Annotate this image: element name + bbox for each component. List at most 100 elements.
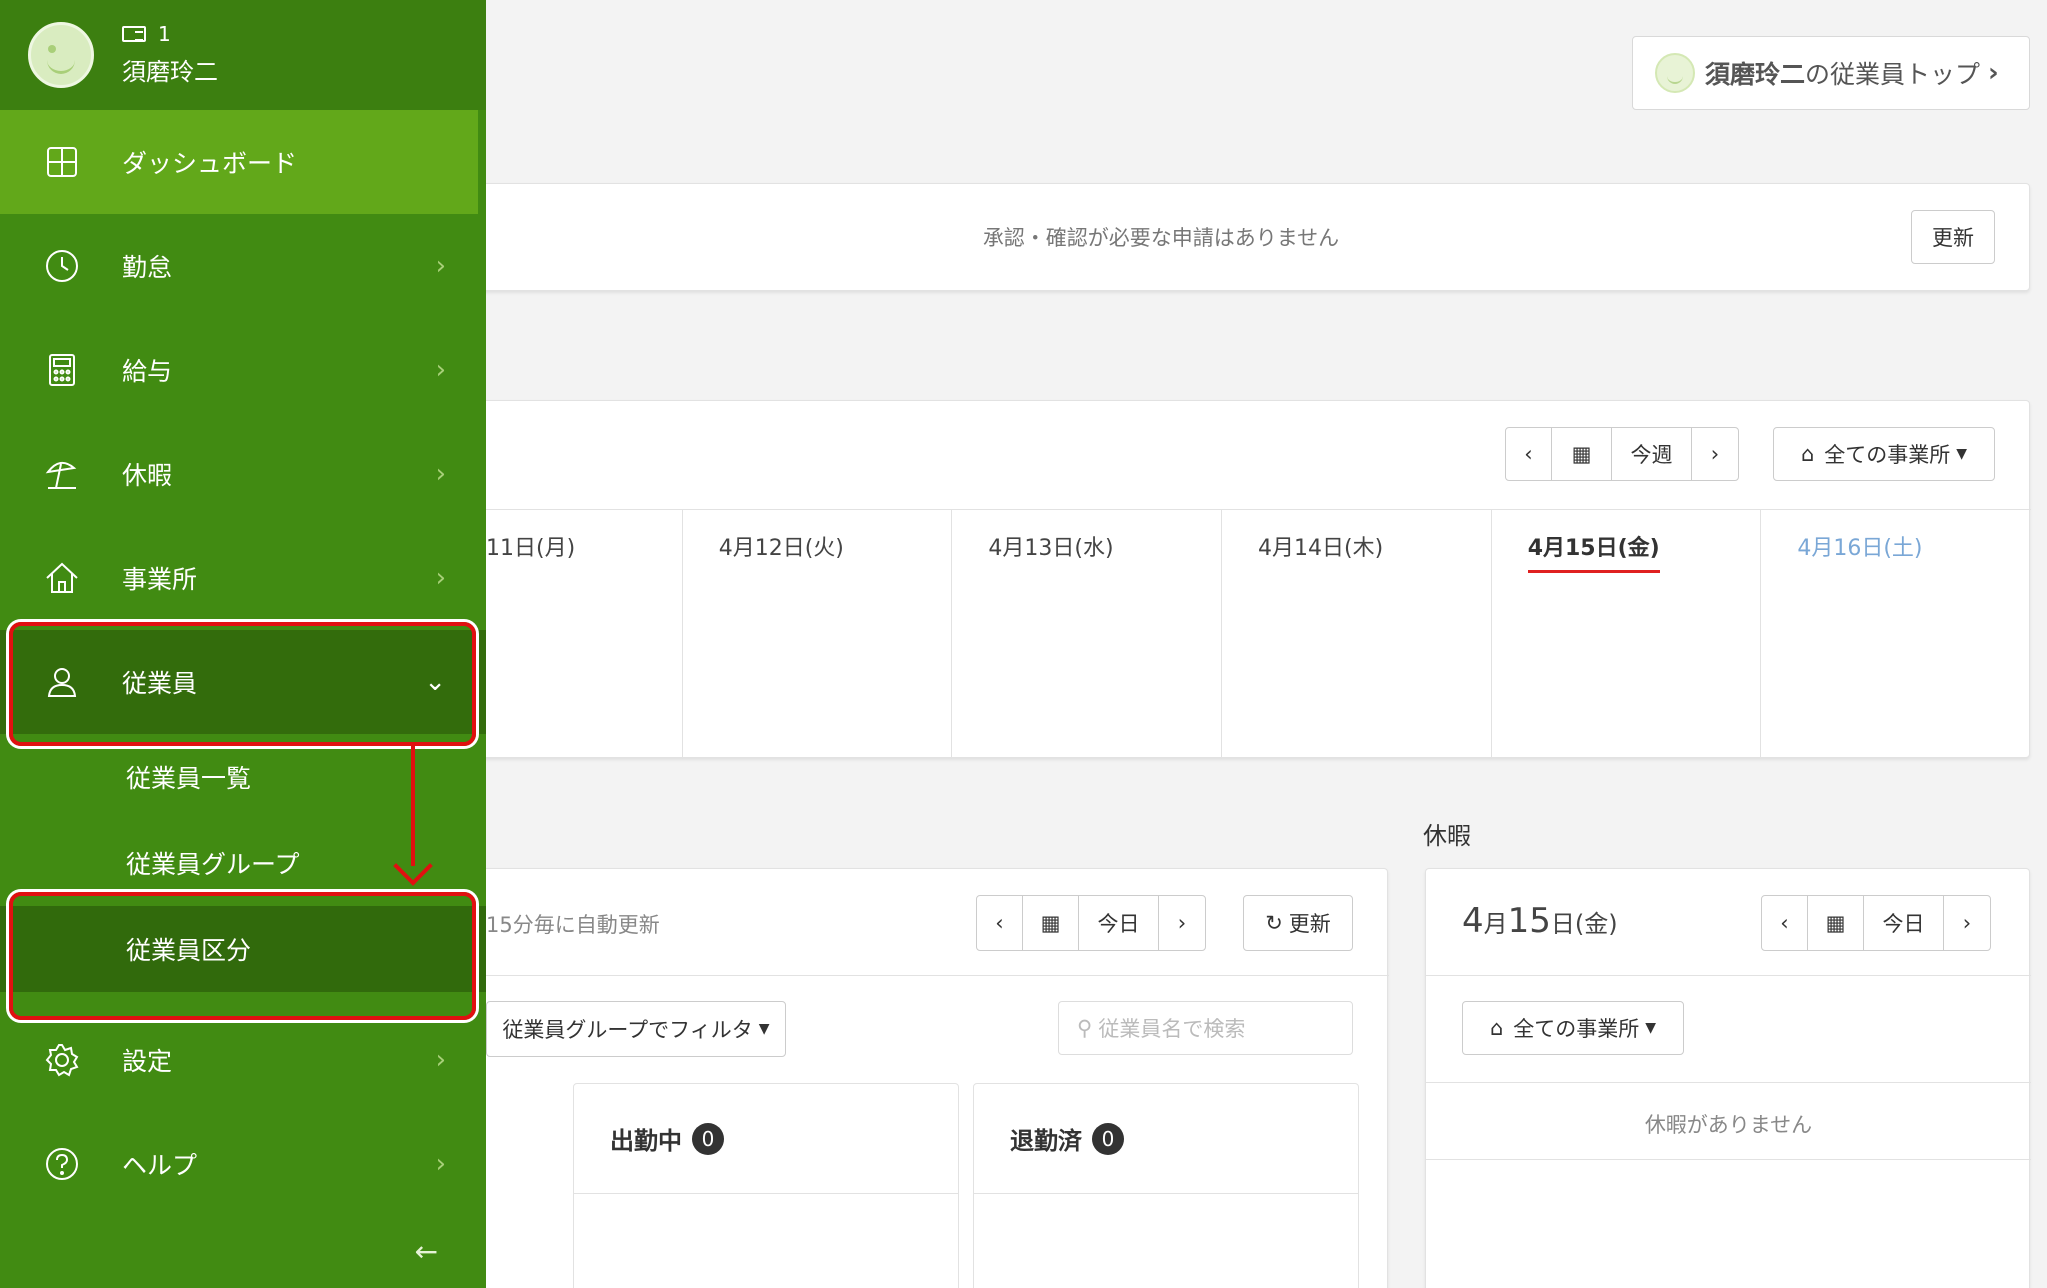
vacation-card: 4月15日(金) ‹ ▦ 今日 › ⌂ 全ての事業所 ▼ 休暇がありません <box>1425 868 2031 1288</box>
chevron-right-icon: › <box>435 251 446 281</box>
count-badge: 0 <box>692 1122 724 1155</box>
arrow-left-icon: ← <box>414 1235 438 1268</box>
vacation-date: 4月15日(金) <box>1462 901 1618 941</box>
vacation-empty-message: 休暇がありません <box>1644 1113 1813 1137</box>
chevron-right-icon: › <box>435 1045 446 1075</box>
month-unit: 月 <box>1483 910 1508 938</box>
caret-down-icon: ▼ <box>1645 1020 1657 1036</box>
employee-id: 1 <box>122 22 171 46</box>
status-column-header: 出勤中 0 <box>574 1084 958 1194</box>
user-panel[interactable]: 1 須磨玲二 <box>0 0 486 110</box>
highlight-employee-categories <box>9 892 476 1020</box>
calculator-icon <box>49 354 75 386</box>
sidebar-item-label: 給与 <box>122 357 173 386</box>
help-icon <box>46 1148 78 1180</box>
status-label: 退勤済 <box>1010 1127 1082 1155</box>
sidebar-item-label: 勤怠 <box>122 253 173 282</box>
sidebar-item-vacation[interactable]: 休暇 › <box>0 422 486 526</box>
caret-down-icon: ▼ <box>758 1021 770 1037</box>
employee-name: 須磨玲二 <box>1705 60 1806 89</box>
clock-icon <box>46 250 78 282</box>
chevron-right-icon: › <box>435 563 446 593</box>
sidebar-item-label: 事業所 <box>122 565 198 594</box>
day-column[interactable]: 4月14日(木) <box>1222 510 1492 759</box>
divider <box>431 975 1389 976</box>
next-week-button[interactable]: › <box>1692 428 1738 480</box>
employee-top-button[interactable]: 須磨玲二 の従業員トップ › <box>1632 36 2030 110</box>
home-icon: ⌂ <box>1800 442 1815 466</box>
sidebar-item-label: ダッシュボード <box>122 149 298 178</box>
collapse-sidebar-button[interactable]: ← <box>415 1235 438 1268</box>
employee-search-input[interactable]: ⚲ 従業員名で検索 <box>1058 1001 1353 1055</box>
today-button[interactable]: 今日 <box>1864 896 1944 950</box>
vacation-month: 4 <box>1462 901 1484 941</box>
vacation-office-dropdown[interactable]: ⌂ 全ての事業所 ▼ <box>1462 1001 1684 1055</box>
sidebar-item-payroll[interactable]: 給与 › <box>0 318 486 422</box>
group-filter-label: 従業員グループでフィルタ <box>502 1018 753 1042</box>
auto-refresh-note: 15分毎に自動更新 <box>486 913 660 937</box>
week-days: 11日(月) 4月12日(火) 4月13日(水) 4月14日(木) 4月15日(… <box>431 509 2031 759</box>
count-badge: 0 <box>1092 1122 1124 1155</box>
approval-card: 承認・確認が必要な申請はありません 更新 <box>430 183 2030 291</box>
this-week-button[interactable]: 今週 <box>1612 428 1692 480</box>
calendar-icon[interactable]: ▦ <box>1023 896 1079 950</box>
calendar-icon[interactable]: ▦ <box>1552 428 1612 480</box>
next-day-button[interactable]: › <box>1944 896 1990 950</box>
prev-week-button[interactable]: ‹ <box>1506 428 1552 480</box>
office-dropdown[interactable]: ⌂ 全ての事業所 ▼ <box>1773 427 1995 481</box>
group-filter-dropdown[interactable]: 従業員グループでフィルタ ▼ <box>486 1001 786 1057</box>
sidebar-subitem-label: 従業員一覧 <box>126 764 252 793</box>
vacation-section-title: 休暇 <box>1423 822 1471 850</box>
day-column-today[interactable]: 4月15日(金) <box>1492 510 1762 759</box>
home-icon <box>46 562 78 593</box>
attendance-refresh-button[interactable]: ↻ 更新 <box>1243 895 1353 951</box>
status-label: 出勤中 <box>610 1127 682 1155</box>
day-unit: 日(金) <box>1550 910 1618 938</box>
prev-day-button[interactable]: ‹ <box>1762 896 1808 950</box>
sidebar-item-office[interactable]: 事業所 › <box>0 526 486 630</box>
today-button[interactable]: 今日 <box>1079 896 1159 950</box>
search-placeholder: 従業員名で検索 <box>1098 1017 1246 1041</box>
refresh-label: 更新 <box>1288 912 1331 936</box>
vacation-day: 15 <box>1507 901 1551 941</box>
day-nav: ‹ ▦ 今日 › <box>976 895 1206 951</box>
search-icon: ⚲ <box>1077 1016 1093 1040</box>
day-column-saturday[interactable]: 4月16日(土) <box>1761 510 2031 759</box>
status-column-header: 退勤済 0 <box>974 1084 1358 1194</box>
vacation-day-nav: ‹ ▦ 今日 › <box>1761 895 1991 951</box>
sidebar-item-label: 設定 <box>122 1047 173 1076</box>
attendance-card: 15分毎に自動更新 ‹ ▦ 今日 › ↻ 更新 従業員グループでフィルタ ▼ ⚲… <box>411 868 1389 1288</box>
chevron-right-icon: › <box>435 1149 446 1179</box>
week-calendar-card: ‹ ▦ 今週 › ⌂ 全ての事業所 ▼ 11日(月) 4月12日(火) 4月13… <box>430 400 2031 759</box>
employee-id-number: 1 <box>158 22 171 46</box>
sidebar-item-label: ヘルプ <box>122 1151 198 1180</box>
sidebar-item-settings[interactable]: 設定 › <box>0 1008 486 1112</box>
caret-down-icon: ▼ <box>1956 446 1968 462</box>
divider <box>1426 1082 2031 1083</box>
sidebar-item-dashboard[interactable]: ダッシュボード <box>0 110 478 214</box>
chevron-right-icon: › <box>1988 58 1999 88</box>
day-column[interactable]: 4月13日(水) <box>952 510 1223 759</box>
office-dropdown-label: 全ての事業所 <box>1513 1017 1640 1041</box>
day-column[interactable]: 4月12日(火) <box>683 510 953 759</box>
refresh-icon: ↻ <box>1265 911 1283 935</box>
dashboard-icon <box>47 147 77 177</box>
avatar-icon <box>1655 53 1695 93</box>
calendar-icon[interactable]: ▦ <box>1808 896 1864 950</box>
prev-day-button[interactable]: ‹ <box>977 896 1023 950</box>
status-column-working: 出勤中 0 <box>573 1083 959 1288</box>
next-day-button[interactable]: › <box>1159 896 1205 950</box>
chevron-right-icon: › <box>435 459 446 489</box>
status-column-left: 退勤済 0 <box>973 1083 1359 1288</box>
week-nav: ‹ ▦ 今週 › <box>1505 427 1739 481</box>
employee-top-label: の従業員トップ <box>1805 60 1981 89</box>
user-name: 須磨玲二 <box>122 58 218 86</box>
approval-refresh-button[interactable]: 更新 <box>1911 210 1995 264</box>
sidebar-item-help[interactable]: ヘルプ › <box>0 1112 486 1216</box>
divider <box>1426 1159 2031 1160</box>
sidebar-item-attendance[interactable]: 勤怠 › <box>0 214 486 318</box>
sidebar-item-label: 休暇 <box>122 461 173 490</box>
sidebar-subitem-label: 従業員グループ <box>126 850 300 879</box>
gear-icon <box>45 1044 79 1077</box>
office-dropdown-label: 全ての事業所 <box>1824 443 1951 467</box>
